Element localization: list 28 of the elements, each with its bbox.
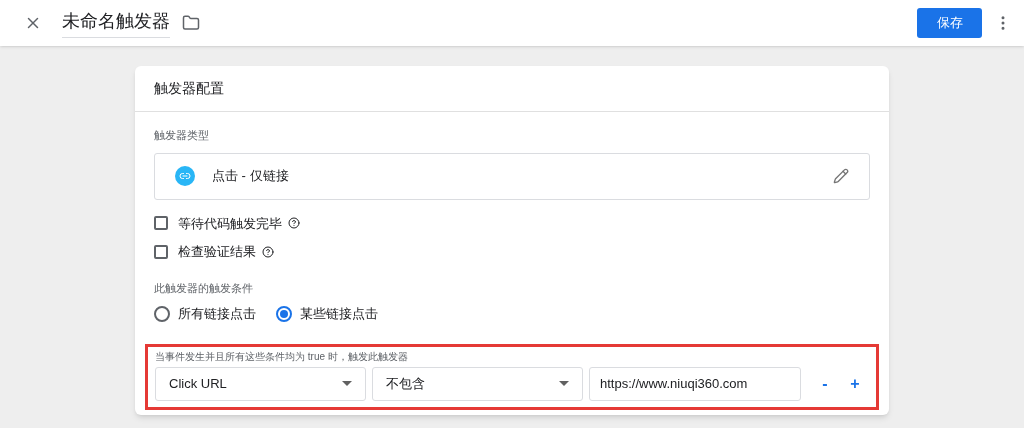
caret-icon (559, 381, 569, 386)
add-button[interactable]: + (847, 371, 863, 396)
edit-icon[interactable] (833, 168, 849, 184)
checkbox[interactable] (154, 216, 168, 231)
trigger-type-field[interactable]: 点击 - 仅链接 (154, 152, 870, 200)
variable-select[interactable]: Click URL (155, 366, 366, 401)
radio-button[interactable] (276, 305, 292, 322)
value-input[interactable]: https://www.niuqi360.com (589, 366, 801, 401)
operator-select[interactable]: 不包含 (372, 366, 583, 401)
folder-icon[interactable] (182, 14, 200, 32)
help-icon[interactable] (288, 217, 300, 230)
radio-label: 所有链接点击 (178, 305, 256, 323)
link-icon (175, 166, 195, 186)
field-label: 此触发器的触发条件 (154, 280, 254, 296)
help-icon[interactable] (262, 245, 274, 258)
condition-hint: 当事件发生并且所有这些条件均为 true 时，触发此触发器 (155, 349, 409, 364)
checkbox-label: 等待代码触发完毕 (178, 214, 282, 233)
checkbox[interactable] (154, 244, 168, 259)
field-label: 触发器类型 (154, 128, 210, 143)
caret-icon (342, 381, 352, 386)
save-button[interactable]: 保存 (917, 8, 982, 38)
trigger-type-value: 点击 - 仅链接 (212, 167, 289, 186)
remove-button[interactable]: - (817, 371, 833, 396)
radio-button[interactable] (154, 305, 170, 322)
trigger-name[interactable]: 未命名触发器 (62, 8, 170, 38)
radio-label: 某些链接点击 (300, 305, 378, 323)
checkbox-label: 检查验证结果 (178, 243, 256, 261)
card-title: 触发器配置 (154, 79, 224, 98)
